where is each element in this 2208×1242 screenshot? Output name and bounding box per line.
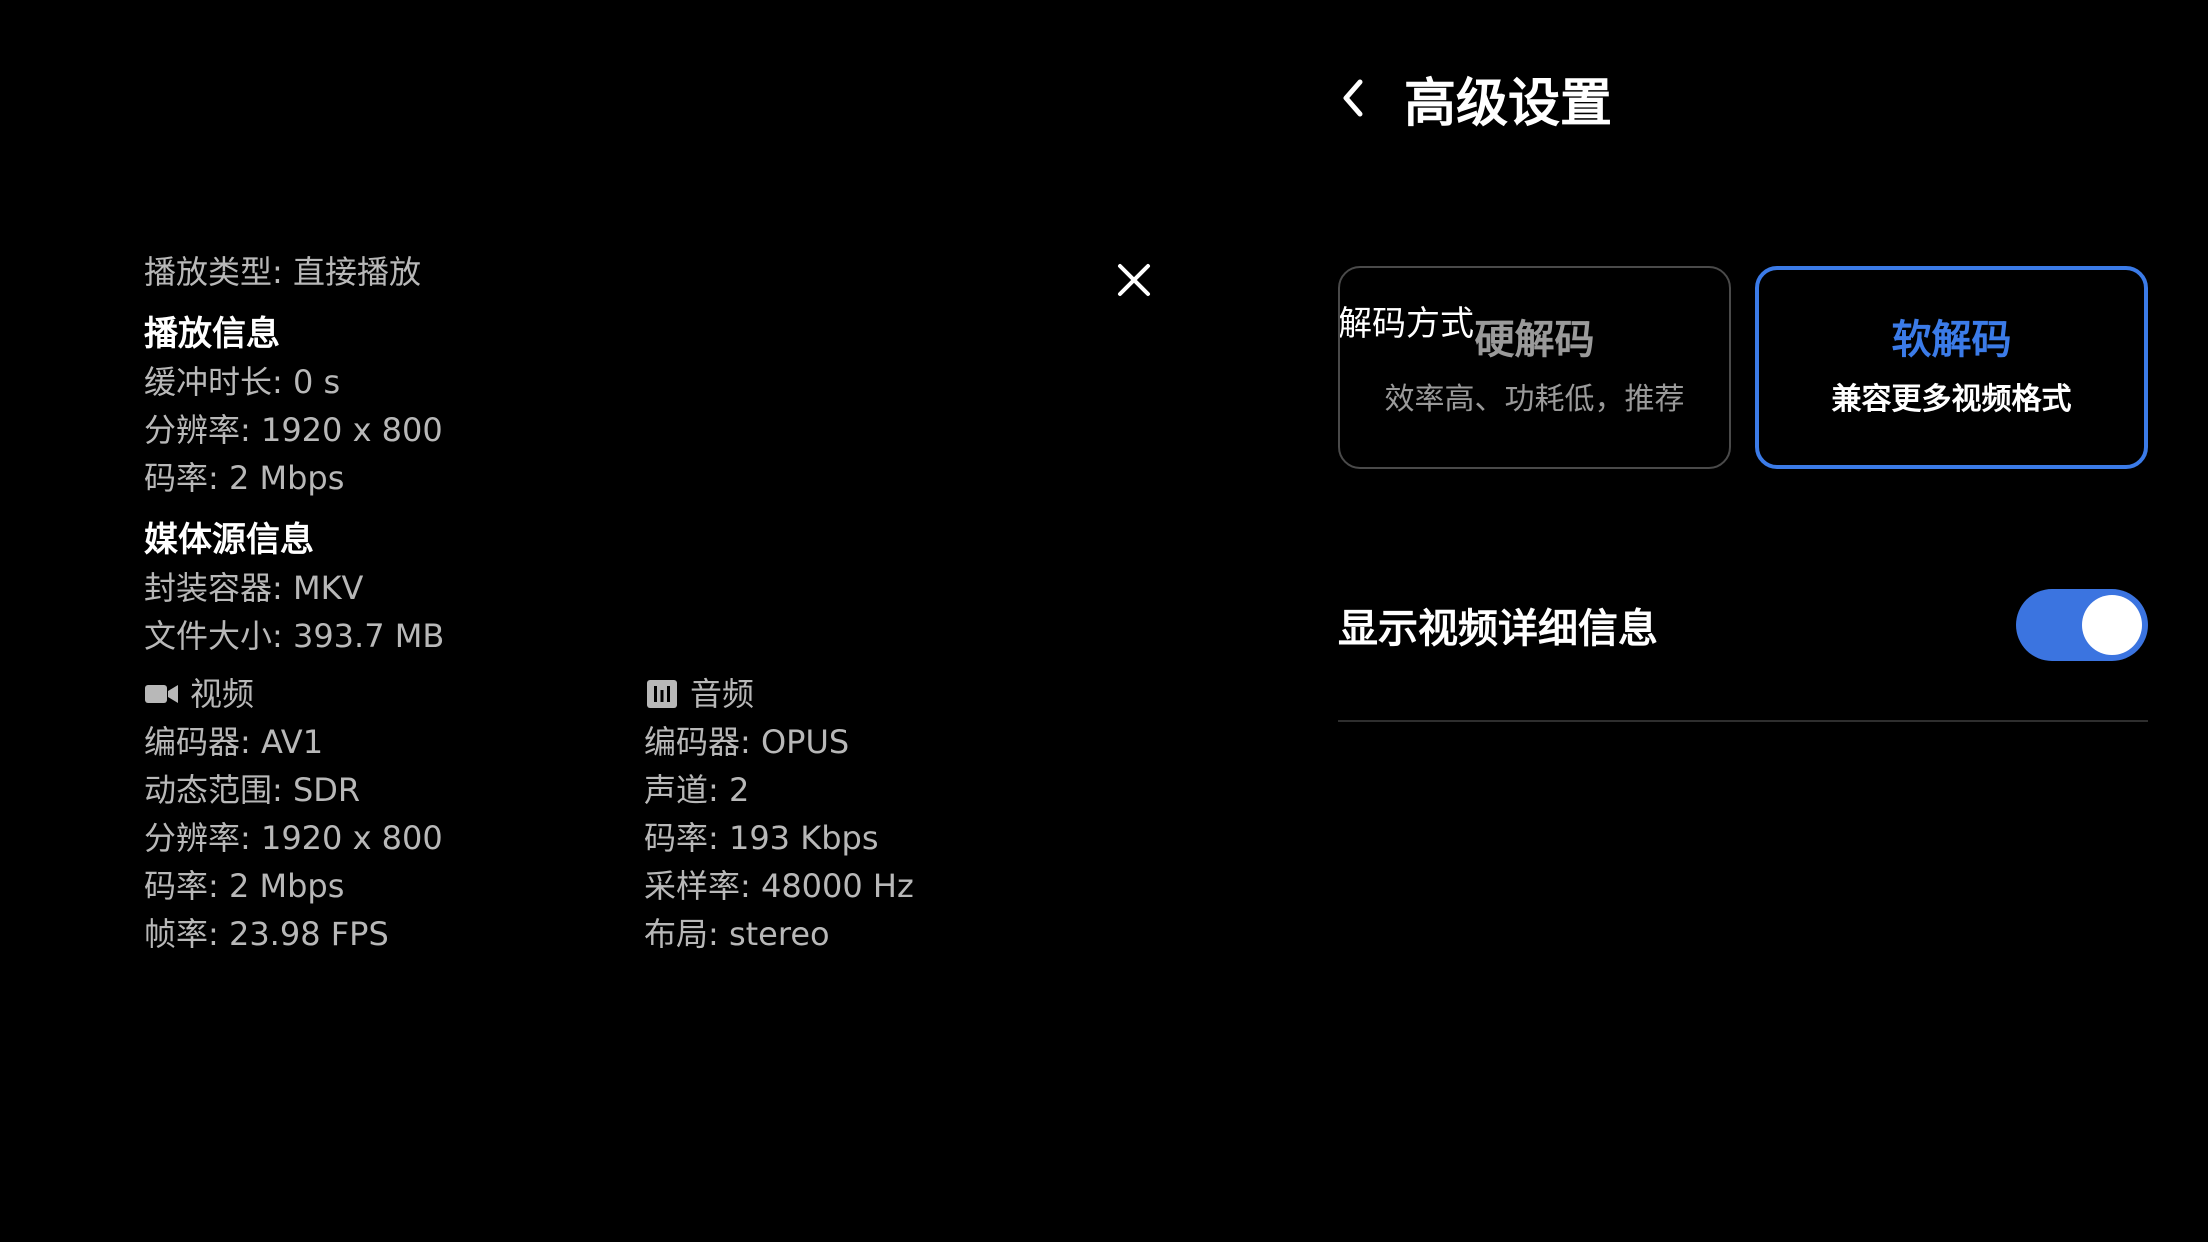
playback-info-heading: 播放信息 bbox=[144, 314, 280, 354]
show-details-toggle[interactable] bbox=[2016, 589, 2148, 661]
audio-stream-label: 音频 bbox=[690, 675, 755, 713]
stream-columns: 视频 编码器: AV1 动态范围: SDR 分辨率: 1920 x 800 码率… bbox=[144, 670, 1144, 958]
advanced-settings-panel: 高级设置 解码方式 硬解码 效率高、功耗低，推荐 软解码 兼容更多视频格式 显示… bbox=[1338, 60, 2148, 722]
media-source-heading: 媒体源信息 bbox=[144, 520, 314, 560]
video-stream-label: 视频 bbox=[190, 675, 255, 713]
hardware-decode-subtitle: 效率高、功耗低，推荐 bbox=[1384, 381, 1685, 417]
audio-sample-rate: 采样率: 48000 Hz bbox=[644, 867, 914, 905]
page-title: 高级设置 bbox=[1404, 73, 1613, 134]
video-stream-header: 视频 bbox=[144, 670, 644, 718]
show-details-row: 显示视频详细信息 bbox=[1338, 580, 2148, 670]
video-camera-icon bbox=[144, 676, 180, 712]
playback-bitrate: 码率: 2 Mbps bbox=[144, 459, 345, 497]
container-format: 封装容器: MKV bbox=[144, 569, 364, 607]
hardware-decode-title: 硬解码 bbox=[1474, 316, 1595, 363]
toggle-knob bbox=[2082, 595, 2142, 655]
video-codec: 编码器: AV1 bbox=[144, 723, 324, 761]
divider bbox=[1338, 720, 2148, 722]
hardware-decode-option[interactable]: 硬解码 效率高、功耗低，推荐 bbox=[1338, 266, 1731, 469]
software-decode-title: 软解码 bbox=[1891, 316, 2012, 363]
audio-codec: 编码器: OPUS bbox=[644, 723, 850, 761]
audio-bitrate: 码率: 193 Kbps bbox=[644, 819, 879, 857]
software-decode-subtitle: 兼容更多视频格式 bbox=[1831, 381, 2072, 417]
decode-mode-options: 硬解码 效率高、功耗低，推荐 软解码 兼容更多视频格式 bbox=[1338, 266, 2148, 469]
close-icon bbox=[1118, 264, 1150, 296]
video-info-overlay: 播放类型: 直接播放 播放信息 缓冲时长: 0 s 分辨率: 1920 x 80… bbox=[144, 248, 1144, 958]
playback-resolution: 分辨率: 1920 x 800 bbox=[144, 411, 443, 449]
audio-stream-header: 音频 bbox=[644, 670, 1144, 718]
buffer-duration: 缓冲时长: 0 s bbox=[144, 363, 341, 401]
audio-stream-column: 音频 编码器: OPUS 声道: 2 码率: 193 Kbps 采样率: 480… bbox=[644, 670, 1144, 958]
player-settings-screen: 播放类型: 直接播放 播放信息 缓冲时长: 0 s 分辨率: 1920 x 80… bbox=[0, 0, 2208, 1242]
back-button[interactable] bbox=[1338, 70, 1378, 126]
audio-waveform-icon bbox=[644, 676, 680, 712]
chevron-left-icon bbox=[1343, 79, 1363, 117]
play-type: 播放类型: 直接播放 bbox=[144, 253, 421, 291]
video-dynamic-range: 动态范围: SDR bbox=[144, 771, 361, 809]
video-resolution: 分辨率: 1920 x 800 bbox=[144, 819, 443, 857]
audio-channels: 声道: 2 bbox=[644, 771, 750, 809]
video-frame-rate: 帧率: 23.98 FPS bbox=[144, 915, 389, 953]
file-size: 文件大小: 393.7 MB bbox=[144, 617, 445, 655]
software-decode-option[interactable]: 软解码 兼容更多视频格式 bbox=[1755, 266, 2148, 469]
close-info-button[interactable] bbox=[1110, 256, 1158, 304]
audio-layout: 布局: stereo bbox=[644, 915, 830, 953]
panel-header: 高级设置 bbox=[1338, 60, 2148, 136]
video-stream-column: 视频 编码器: AV1 动态范围: SDR 分辨率: 1920 x 800 码率… bbox=[144, 670, 644, 958]
video-bitrate: 码率: 2 Mbps bbox=[144, 867, 345, 905]
show-details-label: 显示视频详细信息 bbox=[1338, 606, 1658, 652]
